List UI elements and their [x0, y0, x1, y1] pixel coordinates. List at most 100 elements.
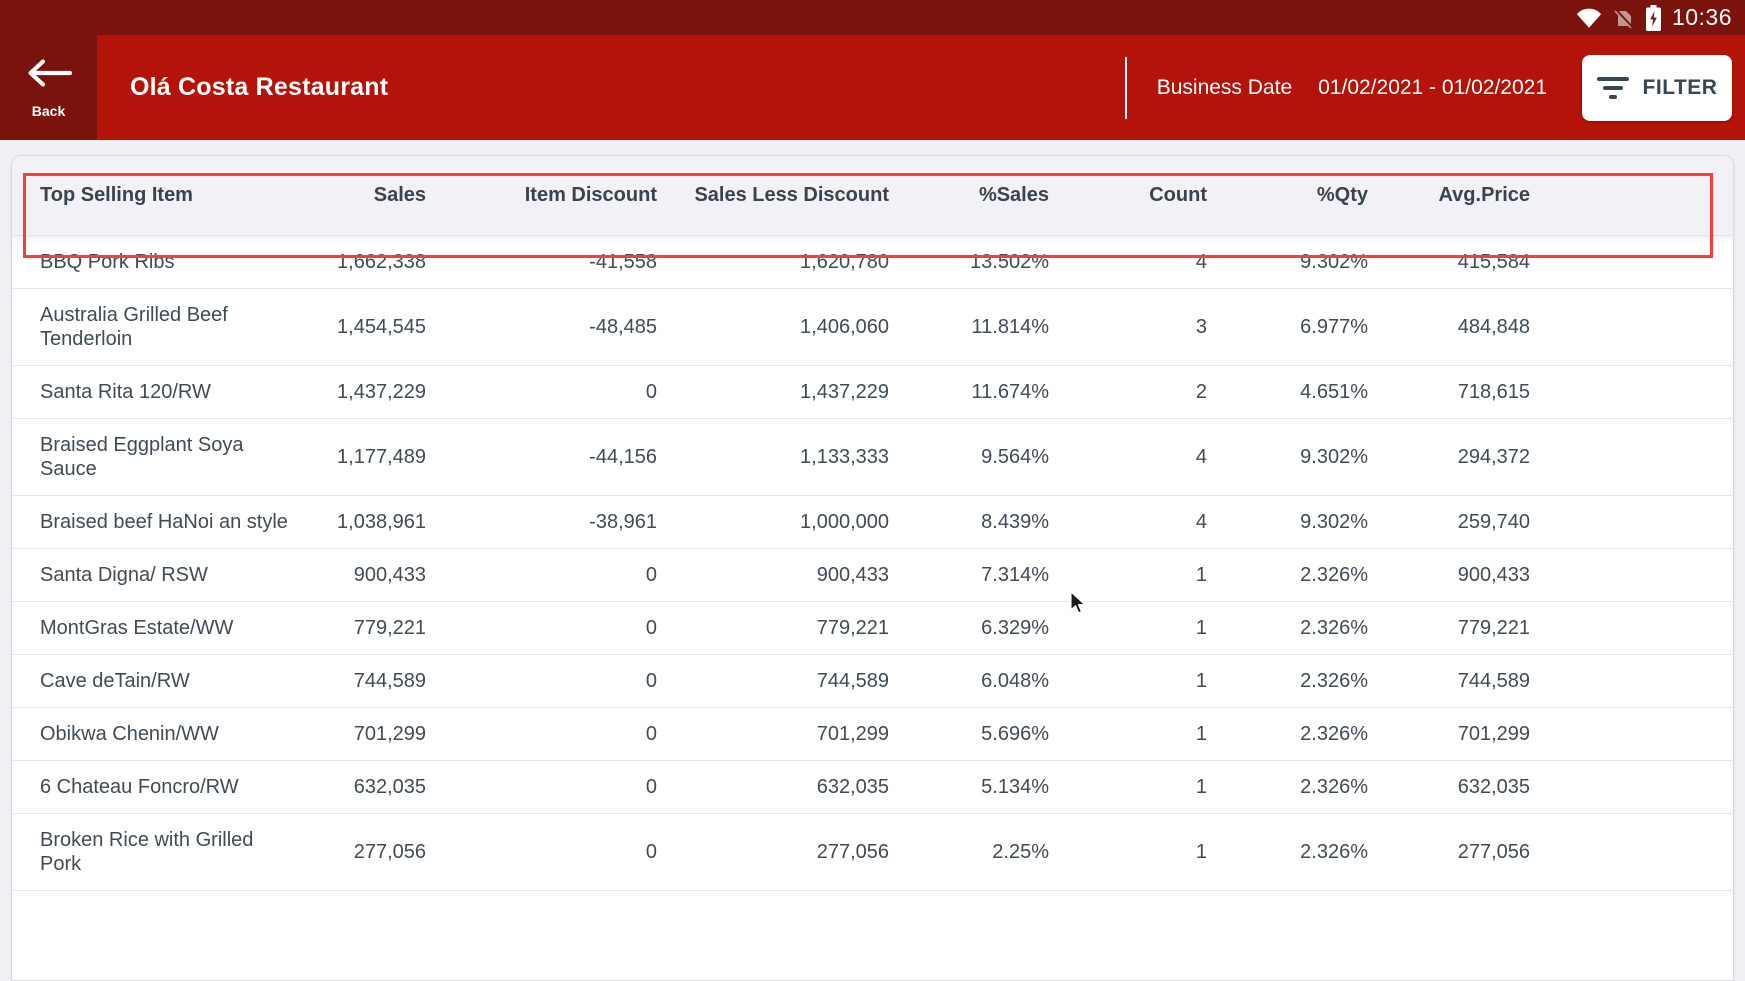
cell-pct-qty: 2.326%: [1207, 840, 1368, 864]
cell-item-discount: 0: [426, 616, 657, 640]
cell-sales-less-discount: 632,035: [657, 775, 889, 799]
cell-item-discount: 0: [426, 563, 657, 587]
table-row[interactable]: Broken Rice with Grilled Pork 277,056 0 …: [12, 814, 1733, 891]
cell-sales: 1,662,338: [312, 250, 426, 274]
cell-item-discount: -44,156: [426, 445, 657, 469]
cell-item: Obikwa Chenin/WW: [12, 722, 312, 746]
app-bar: Back Olá Costa Restaurant Business Date …: [0, 35, 1745, 140]
cell-avg-price: 900,433: [1368, 563, 1530, 587]
app-bar-divider: [1125, 57, 1127, 119]
cell-avg-price: 259,740: [1368, 510, 1530, 534]
cell-pct-qty: 9.302%: [1207, 250, 1368, 274]
cell-pct-sales: 7.314%: [889, 563, 1049, 587]
cell-count: 1: [1049, 563, 1207, 587]
column-header-sales-less-discount: Sales Less Discount: [657, 184, 889, 207]
table-row[interactable]: Santa Rita 120/RW 1,437,229 0 1,437,229 …: [12, 366, 1733, 419]
cell-pct-sales: 9.564%: [889, 445, 1049, 469]
cell-sales-less-discount: 900,433: [657, 563, 889, 587]
cell-sales: 779,221: [312, 616, 426, 640]
cell-avg-price: 701,299: [1368, 722, 1530, 746]
cell-pct-sales: 8.439%: [889, 510, 1049, 534]
cell-pct-qty: 2.326%: [1207, 563, 1368, 587]
cell-sales-less-discount: 1,000,000: [657, 510, 889, 534]
back-button[interactable]: Back: [0, 35, 97, 140]
table-header-row: Top Selling Item Sales Item Discount Sal…: [12, 156, 1733, 236]
status-bar: 10:36: [0, 0, 1745, 35]
filter-button-label: FILTER: [1643, 76, 1718, 100]
cell-sales: 1,038,961: [312, 510, 426, 534]
cell-avg-price: 294,372: [1368, 445, 1530, 469]
table-row[interactable]: Braised beef HaNoi an style 1,038,961 -3…: [12, 496, 1733, 549]
cell-count: 4: [1049, 250, 1207, 274]
column-header-top-selling-item: Top Selling Item: [12, 184, 312, 207]
cell-sales: 744,589: [312, 669, 426, 693]
status-bar-clock: 10:36: [1672, 4, 1732, 31]
no-sim-icon: [1613, 7, 1635, 29]
cell-pct-qty: 9.302%: [1207, 445, 1368, 469]
cell-item: BBQ Pork Ribs: [12, 250, 312, 274]
table-row[interactable]: Australia Grilled Beef Tenderloin 1,454,…: [12, 289, 1733, 366]
cell-sales-less-discount: 1,620,780: [657, 250, 889, 274]
cell-pct-sales: 13.502%: [889, 250, 1049, 274]
cell-pct-qty: 4.651%: [1207, 380, 1368, 404]
column-header-count: Count: [1049, 184, 1207, 207]
cell-pct-sales: 5.696%: [889, 722, 1049, 746]
cell-pct-sales: 6.329%: [889, 616, 1049, 640]
top-selling-items-table: Top Selling Item Sales Item Discount Sal…: [11, 155, 1734, 981]
cell-count: 1: [1049, 775, 1207, 799]
table-row[interactable]: 6 Chateau Foncro/RW 632,035 0 632,035 5.…: [12, 761, 1733, 814]
cell-pct-sales: 2.25%: [889, 840, 1049, 864]
app-bar-right: Business Date 01/02/2021 - 01/02/2021 FI…: [1125, 35, 1745, 140]
cell-count: 1: [1049, 669, 1207, 693]
cell-pct-qty: 2.326%: [1207, 775, 1368, 799]
cell-pct-qty: 2.326%: [1207, 722, 1368, 746]
cell-sales-less-discount: 779,221: [657, 616, 889, 640]
table-row[interactable]: Braised Eggplant Soya Sauce 1,177,489 -4…: [12, 419, 1733, 496]
column-header-avg-price: Avg.Price: [1368, 184, 1530, 207]
cell-sales: 1,437,229: [312, 380, 426, 404]
table-row[interactable]: Cave deTain/RW 744,589 0 744,589 6.048% …: [12, 655, 1733, 708]
cell-item: 6 Chateau Foncro/RW: [12, 775, 312, 799]
cell-sales-less-discount: 1,406,060: [657, 315, 889, 339]
table-row[interactable]: Santa Digna/ RSW 900,433 0 900,433 7.314…: [12, 549, 1733, 602]
cell-avg-price: 632,035: [1368, 775, 1530, 799]
wifi-icon: [1576, 7, 1602, 29]
cell-sales: 1,177,489: [312, 445, 426, 469]
cell-avg-price: 744,589: [1368, 669, 1530, 693]
cell-sales: 1,454,545: [312, 315, 426, 339]
cell-count: 4: [1049, 445, 1207, 469]
cell-sales-less-discount: 744,589: [657, 669, 889, 693]
back-button-label: Back: [32, 103, 65, 119]
cell-item-discount: -48,485: [426, 315, 657, 339]
table-row[interactable]: Obikwa Chenin/WW 701,299 0 701,299 5.696…: [12, 708, 1733, 761]
cell-sales: 632,035: [312, 775, 426, 799]
cell-count: 1: [1049, 722, 1207, 746]
column-header-pct-sales: %Sales: [889, 184, 1049, 207]
filter-button[interactable]: FILTER: [1582, 55, 1732, 121]
cell-item-discount: 0: [426, 722, 657, 746]
filter-icon: [1597, 77, 1629, 99]
cell-pct-qty: 6.977%: [1207, 315, 1368, 339]
cell-avg-price: 277,056: [1368, 840, 1530, 864]
cell-pct-sales: 5.134%: [889, 775, 1049, 799]
back-arrow-icon: [25, 57, 73, 94]
cell-count: 1: [1049, 840, 1207, 864]
cell-count: 2: [1049, 380, 1207, 404]
cell-avg-price: 779,221: [1368, 616, 1530, 640]
cell-item: Braised beef HaNoi an style: [12, 510, 312, 534]
cell-count: 3: [1049, 315, 1207, 339]
cell-count: 1: [1049, 616, 1207, 640]
business-date-range[interactable]: 01/02/2021 - 01/02/2021: [1318, 76, 1547, 100]
table-row[interactable]: BBQ Pork Ribs 1,662,338 -41,558 1,620,78…: [12, 236, 1733, 289]
business-date-label: Business Date: [1157, 76, 1292, 100]
cell-item-discount: 0: [426, 840, 657, 864]
cell-item-discount: 0: [426, 669, 657, 693]
cell-item: Broken Rice with Grilled Pork: [12, 828, 312, 876]
table-row[interactable]: MontGras Estate/WW 779,221 0 779,221 6.3…: [12, 602, 1733, 655]
cell-sales: 701,299: [312, 722, 426, 746]
cell-item-discount: -41,558: [426, 250, 657, 274]
cell-item-discount: 0: [426, 380, 657, 404]
cell-pct-qty: 2.326%: [1207, 616, 1368, 640]
cell-sales: 900,433: [312, 563, 426, 587]
report-content: Top Selling Item Sales Item Discount Sal…: [0, 140, 1745, 981]
